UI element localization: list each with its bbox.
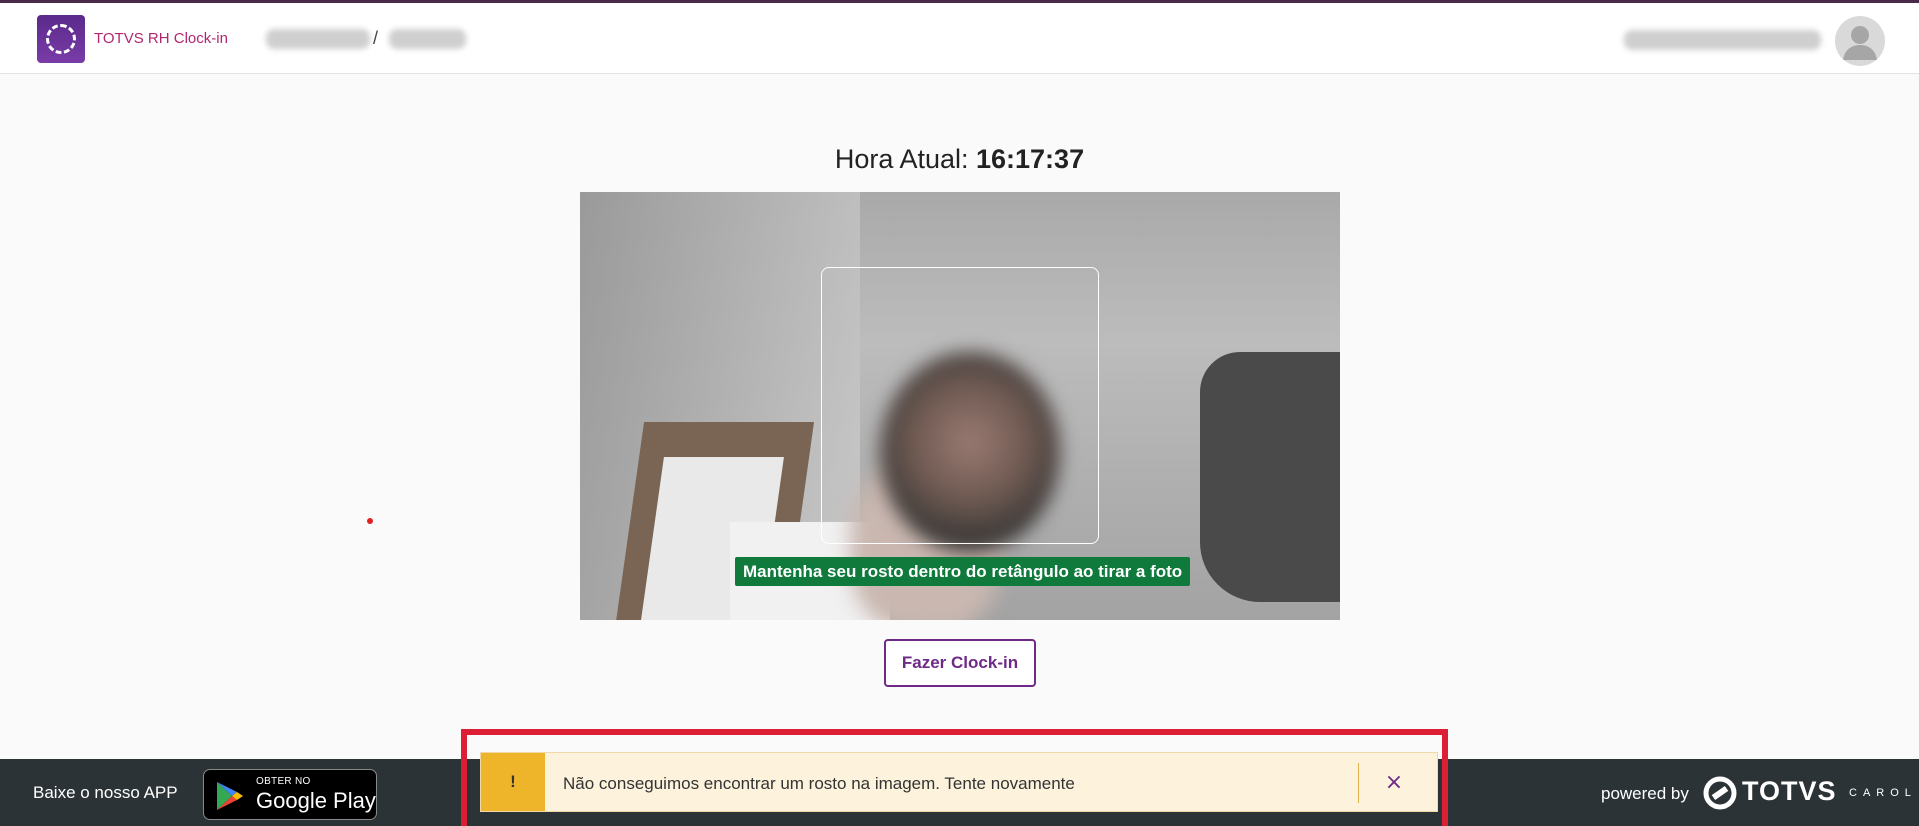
totvs-logo-icon [1703,776,1737,810]
clock-time: 16:17:37 [976,144,1085,174]
face-guide-frame [821,267,1099,544]
powered-by-text: powered by [1601,784,1689,803]
totvs-brand: TOTVS [1742,776,1837,806]
carol-brand: CAROL [1849,787,1917,799]
breadcrumb-branch-redacted[interactable] [389,29,466,49]
app-header: TOTVS RH Clock-in / [0,3,1919,74]
clock-label: Hora Atual: [834,144,969,174]
camera-hint: Mantenha seu rosto dentro do retângulo a… [735,557,1191,586]
user-name-redacted[interactable] [1624,30,1821,50]
store-small-label: OBTER NO [256,776,311,787]
red-dot-marker [367,518,373,524]
google-play-icon [217,782,243,810]
google-play-badge[interactable]: OBTER NO Google Play [203,769,377,820]
download-app-text: Baixe o nosso APP [33,783,178,802]
error-toast: ! Não conseguimos encontrar um rosto na … [480,752,1438,812]
clock-in-button[interactable]: Fazer Clock-in [884,639,1036,687]
toast-message: Não conseguimos encontrar um rosto na im… [563,774,1075,793]
current-time: Hora Atual: 16:17:37 [0,144,1919,175]
toast-divider [1358,763,1359,803]
close-icon[interactable]: × [1377,767,1411,799]
store-big-label: Google Play [256,788,376,813]
app-title[interactable]: TOTVS RH Clock-in [94,30,228,47]
user-avatar-icon[interactable] [1835,16,1885,66]
breadcrumb-company-redacted[interactable] [266,29,370,49]
app-logo-icon[interactable] [37,15,85,63]
warning-icon: ! [481,753,545,811]
breadcrumb-separator: / [373,28,379,48]
